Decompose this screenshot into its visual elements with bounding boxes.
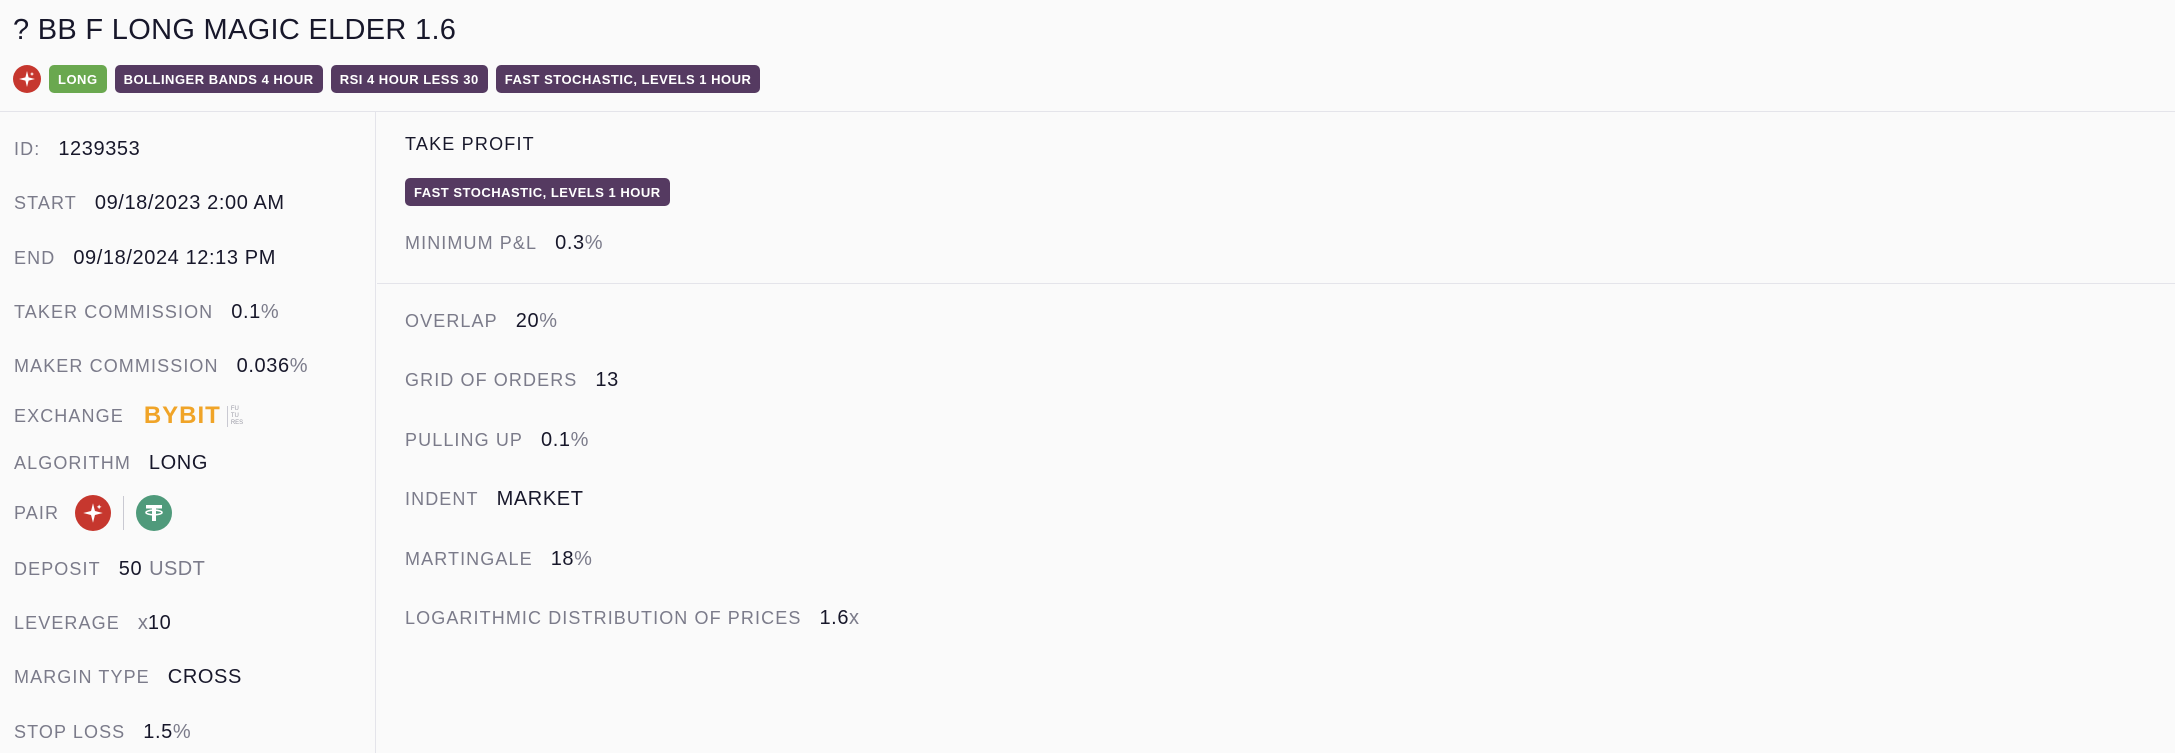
detail-label: MAKER COMMISSION [14,356,219,376]
bot-details-page: ? BB F LONG MAGIC ELDER 1.6 LONG BOLLING… [0,0,2175,753]
detail-pulling-up: PULLING UP 0.1 % [405,429,589,452]
detail-label: START [14,193,77,213]
detail-label: MARGIN TYPE [14,667,150,687]
detail-value: 0.1 [231,301,261,323]
detail-unit: % [172,721,192,743]
detail-label: ID: [14,139,41,159]
coin-icon [13,65,41,93]
detail-label: INDENT [405,489,479,509]
detail-prefix: x [137,612,148,634]
detail-indent: INDENT MARKET [405,488,584,511]
detail-value: 09/18/2024 12:13 PM [73,247,276,269]
tag-rsi: RSI 4 HOUR LESS 30 [330,65,488,93]
detail-label: END [14,248,56,268]
detail-value: 0.036 [236,355,290,377]
detail-overlap: OVERLAP 20 % [405,310,557,333]
detail-unit: x [849,607,860,629]
page-header: ? BB F LONG MAGIC ELDER 1.6 LONG BOLLING… [0,0,2175,112]
detail-log-distribution: LOGARITHMIC DISTRIBUTION OF PRICES 1.6 x [405,607,859,630]
detail-label: MINIMUM P&L [405,233,538,253]
take-profit-section: TAKE PROFIT FAST STOCHASTIC, LEVELS 1 HO… [377,112,2175,284]
tag-stochastic: FAST STOCHASTIC, LEVELS 1 HOUR [495,65,761,93]
pair-icons [75,495,173,531]
detail-min-pnl: MINIMUM P&L 0.3 % [405,232,603,255]
detail-unit: USDT [149,558,206,580]
take-profit-title: TAKE PROFIT [405,134,535,154]
sparkle-icon [19,71,35,87]
detail-value: 20 [515,310,540,332]
detail-martingale: MARTINGALE 18 % [405,548,592,571]
detail-stop-loss: STOP LOSS 1.5 % [14,721,191,744]
detail-label: PULLING UP [405,430,524,450]
detail-label: STOP LOSS [14,722,126,742]
detail-label: GRID OF ORDERS [405,370,578,390]
detail-pair: PAIR [14,495,173,531]
detail-value: MARKET [496,488,584,510]
detail-value: 1.6 [819,607,850,629]
detail-label: LOGARITHMIC DISTRIBUTION OF PRICES [405,608,802,628]
bybit-logo-sub: FU TU RES [226,405,243,427]
detail-id: ID: 1239353 [14,138,140,161]
take-profit-tag: FAST STOCHASTIC, LEVELS 1 HOUR [405,178,670,206]
detail-label: MARTINGALE [405,549,533,569]
detail-label: TAKER COMMISSION [14,302,214,322]
pair-divider [123,496,125,530]
detail-unit: % [289,355,308,377]
detail-value: 18 [550,548,575,570]
bybit-logo: BYBIT FU TU RES [144,402,243,430]
detail-end: END 09/18/2024 12:13 PM [14,247,276,270]
detail-algorithm: ALGORITHM LONG [14,452,208,475]
tag-bollinger: BOLLINGER BANDS 4 HOUR [114,65,323,93]
detail-unit: % [584,232,603,254]
detail-value: 0.1 [541,429,571,451]
detail-value: 1239353 [58,138,141,160]
page-title: ? BB F LONG MAGIC ELDER 1.6 [13,14,457,46]
detail-value: 0.3 [555,232,585,254]
detail-margin-type: MARGIN TYPE CROSS [14,666,242,689]
sparkle-coin-icon [75,495,112,531]
detail-grid-orders: GRID OF ORDERS 13 [405,369,619,392]
tether-icon [136,495,173,531]
detail-exchange: EXCHANGE BYBIT FU TU RES [14,402,243,430]
detail-value: CROSS [167,666,242,688]
detail-value: 1.5 [143,721,173,743]
detail-label: PAIR [14,502,60,523]
detail-start: START 09/18/2023 2:00 AM [14,192,285,215]
detail-taker-commission: TAKER COMMISSION 0.1 % [14,301,279,324]
detail-label: DEPOSIT [14,559,101,579]
detail-unit: % [260,301,280,323]
detail-value: LONG [148,452,209,474]
detail-maker-commission: MAKER COMMISSION 0.036 % [14,355,308,378]
detail-label: EXCHANGE [14,405,124,426]
detail-deposit: DEPOSIT 50 USDT [14,558,205,581]
detail-value: 13 [595,369,619,391]
bybit-logo-text: BYBIT [143,402,221,429]
detail-unit: % [574,548,593,570]
detail-value: 10 [147,612,172,634]
detail-value: 09/18/2023 2:00 AM [94,192,285,214]
details-panel: ID: 1239353 START 09/18/2023 2:00 AM END… [0,112,376,753]
detail-leverage: LEVERAGE x 10 [14,612,171,635]
tag-long: LONG [49,65,107,93]
detail-unit: % [570,429,589,451]
tag-list: LONG BOLLINGER BANDS 4 HOUR RSI 4 HOUR L… [13,64,761,94]
detail-label: ALGORITHM [14,453,131,473]
detail-unit: % [539,310,558,332]
detail-label: OVERLAP [405,311,498,331]
settings-panel: TAKE PROFIT FAST STOCHASTIC, LEVELS 1 HO… [377,112,2175,753]
detail-label: LEVERAGE [14,613,120,633]
detail-value: 50 [118,558,143,580]
